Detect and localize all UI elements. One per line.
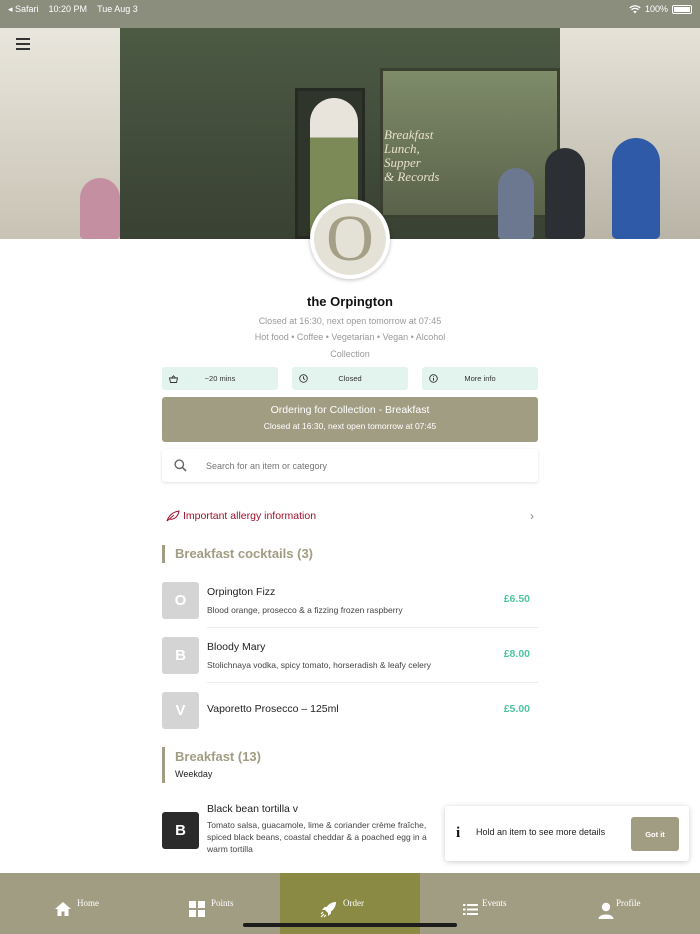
- item-name: Bloody Mary: [207, 641, 266, 653]
- menu-item[interactable]: B Bloody Mary Stolichnaya vodka, spicy t…: [162, 628, 538, 683]
- tab-label: Events: [482, 898, 507, 908]
- hold-tip-popup: i Hold an item to see more details Got i…: [445, 806, 689, 861]
- venue-logo-letter: O: [314, 203, 386, 275]
- wait-time-chip[interactable]: ~20 mins: [162, 367, 278, 390]
- grid-icon: [189, 901, 205, 917]
- hero-sign-line: Breakfast: [384, 127, 434, 142]
- search-input[interactable]: [206, 457, 526, 475]
- rocket-icon: [320, 902, 336, 918]
- section-header-breakfast-cocktails: Breakfast cocktails (3): [162, 545, 313, 563]
- item-thumbnail: B: [162, 812, 199, 849]
- status-time: 10:20 PM: [48, 4, 88, 14]
- more-info-chip[interactable]: More info: [422, 367, 538, 390]
- venue-name: the Orpington: [307, 294, 393, 309]
- info-icon: i: [456, 825, 461, 841]
- item-name: Orpington Fizz: [207, 586, 276, 598]
- allergy-label: Important allergy information: [183, 510, 317, 522]
- leaf-icon: [166, 510, 180, 522]
- hero-person: [612, 138, 660, 239]
- status-bar: ◂ Safari 10:20 PM Tue Aug 3 100%: [0, 0, 700, 28]
- order-mode: Collection: [330, 349, 370, 359]
- item-description: Stolichnaya vodka, spicy tomato, horsera…: [207, 660, 431, 670]
- item-thumbnail: V: [162, 692, 199, 729]
- menu-item[interactable]: O Orpington Fizz Blood orange, prosecco …: [162, 573, 538, 628]
- hero-window-sign: Breakfast Lunch, Supper & Records: [384, 128, 439, 184]
- item-price: £5.00: [503, 703, 530, 715]
- venue-logo: O: [310, 199, 390, 279]
- item-name: Black bean tortilla v: [207, 803, 299, 815]
- battery-percent: 100%: [644, 4, 668, 14]
- wait-time-label: ~20 mins: [204, 374, 236, 383]
- tab-label: Home: [77, 898, 99, 908]
- status-chip[interactable]: Closed: [292, 367, 408, 390]
- section-header-breakfast: Breakfast (13) Weekday: [162, 747, 261, 783]
- menu-item[interactable]: V Vaporetto Prosecco – 125ml £5.00: [162, 683, 538, 738]
- tab-label: Profile: [616, 898, 641, 908]
- item-description: Tomato salsa, guacamole, lime & coriande…: [207, 820, 427, 854]
- item-price: £8.00: [503, 648, 530, 660]
- hero-person: [80, 178, 120, 239]
- home-icon: [55, 902, 71, 916]
- ordering-banner[interactable]: Ordering for Collection - Breakfast Clos…: [162, 397, 538, 442]
- item-name: Vaporetto Prosecco – 125ml: [207, 703, 339, 715]
- section-title: Breakfast (13): [175, 749, 261, 764]
- battery-icon: [672, 4, 692, 14]
- wifi-icon: [629, 4, 641, 13]
- tab-label: Order: [343, 898, 364, 908]
- home-indicator: [243, 923, 457, 927]
- item-thumbnail: B: [162, 637, 199, 674]
- item-price: £6.50: [503, 593, 530, 605]
- hero-person: [545, 148, 585, 239]
- tab-home[interactable]: Home: [0, 873, 140, 934]
- section-title: Breakfast cocktails (3): [175, 546, 314, 561]
- info-chips: ~20 mins Closed More info: [162, 367, 538, 390]
- hero-sign-line: & Records: [384, 169, 440, 184]
- ordering-banner-subtitle: Closed at 16:30, next open tomorrow at 0…: [263, 421, 437, 431]
- item-thumbnail: O: [162, 582, 199, 619]
- opening-status: Closed at 16:30, next open tomorrow at 0…: [258, 316, 442, 326]
- list-icon: [463, 904, 478, 915]
- menu-icon[interactable]: [16, 38, 30, 50]
- tab-profile[interactable]: Profile: [560, 873, 700, 934]
- item-description: Blood orange, prosecco & a fizzing froze…: [207, 605, 403, 615]
- hero-person: [498, 168, 534, 239]
- person-icon: [598, 902, 614, 919]
- hero-sign-line: Lunch,: [384, 141, 420, 156]
- ordering-banner-title: Ordering for Collection - Breakfast: [270, 404, 430, 416]
- hero-sign-line: Supper: [384, 155, 421, 170]
- tab-label: Points: [211, 898, 234, 908]
- section-subtitle: Weekday: [175, 769, 213, 779]
- status-date: Tue Aug 3: [97, 4, 138, 14]
- hold-tip-text: Hold an item to see more details: [476, 827, 606, 837]
- got-it-button[interactable]: Got it: [631, 817, 679, 851]
- search-bar[interactable]: [162, 449, 538, 482]
- more-info-label: More info: [464, 374, 496, 383]
- venue-tags: Hot food • Coffee • Vegetarian • Vegan •…: [254, 332, 446, 342]
- allergy-info-row[interactable]: Important allergy information ›: [162, 505, 538, 527]
- back-to-safari-link[interactable]: ◂ Safari: [8, 4, 39, 15]
- status-label: Closed: [338, 374, 362, 383]
- search-icon: [174, 459, 187, 472]
- chevron-right-icon: ›: [530, 509, 534, 523]
